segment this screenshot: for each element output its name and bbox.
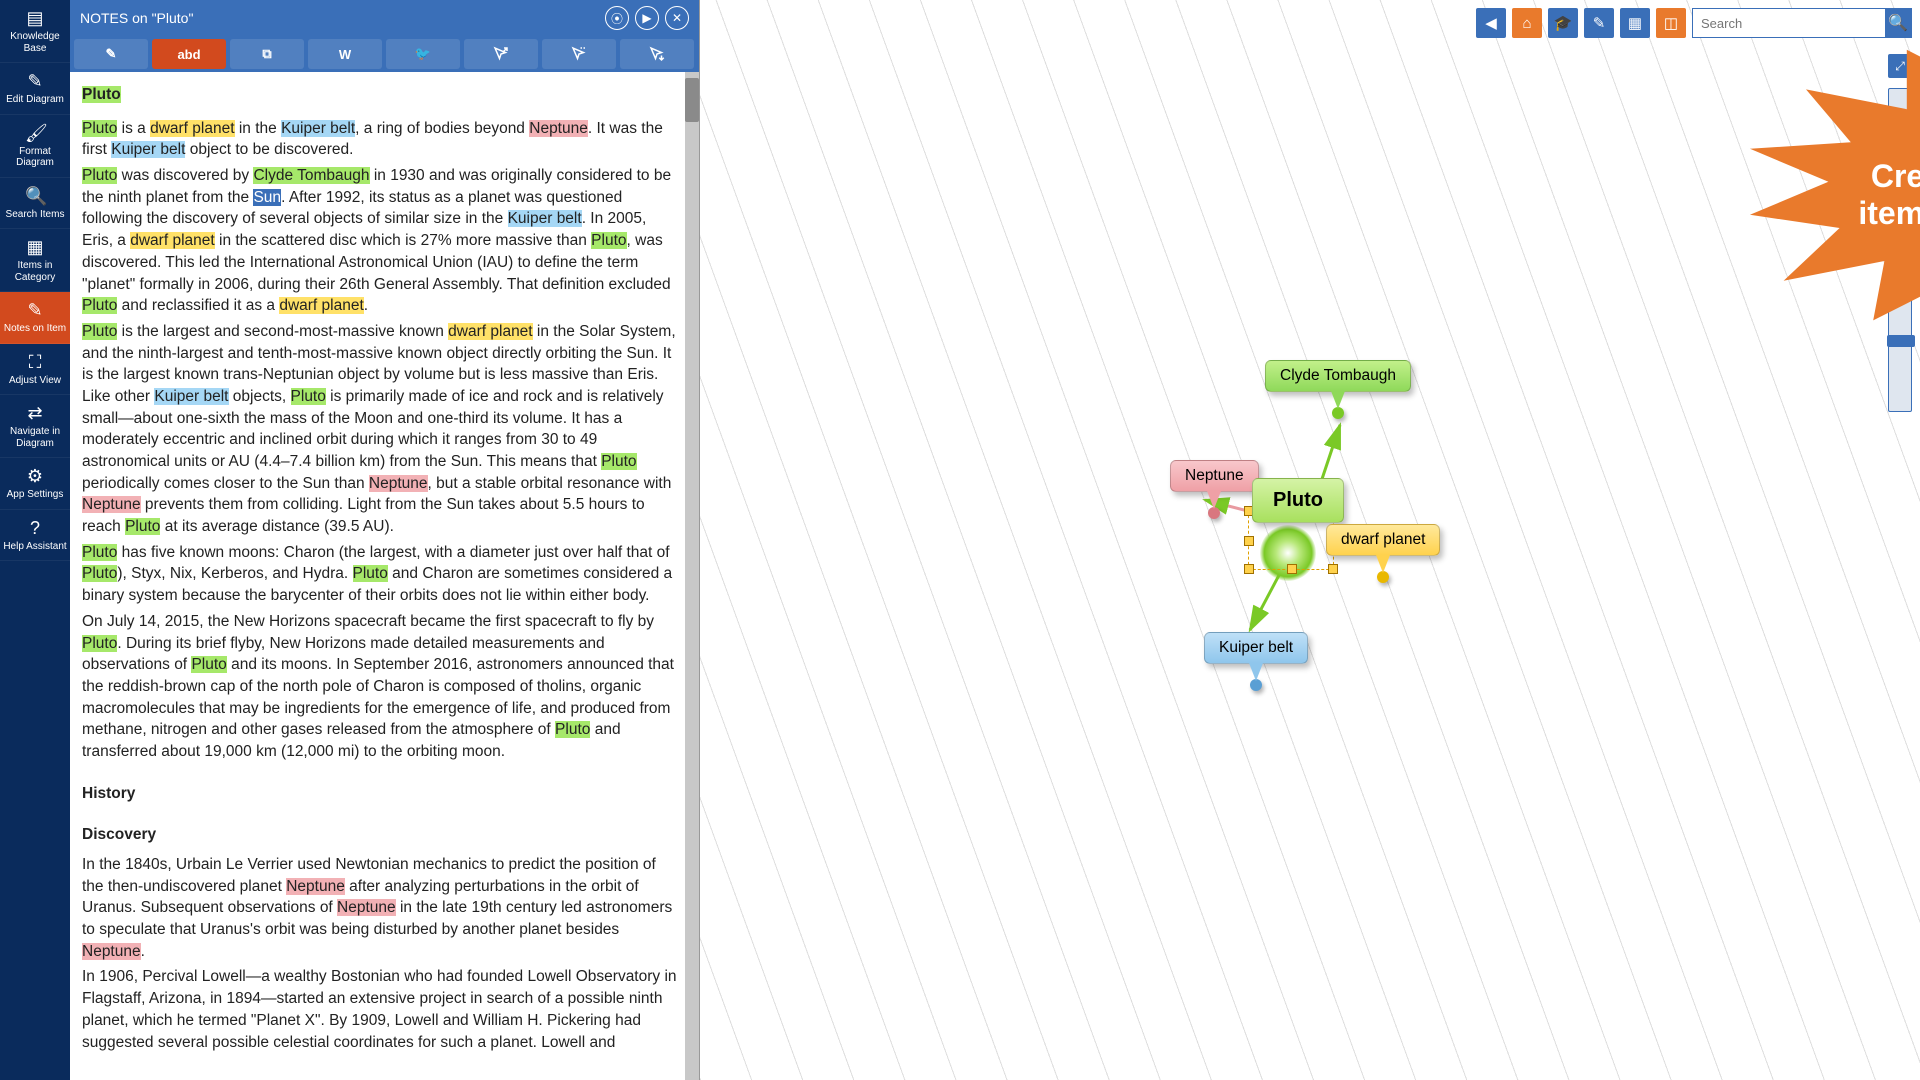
pin-dot — [1377, 571, 1389, 583]
sidebar-item-label: Adjust View — [9, 375, 61, 387]
sel-handle-se[interactable] — [1328, 564, 1338, 574]
tool-select-mode-b[interactable] — [542, 39, 616, 69]
history-heading: History — [82, 783, 681, 805]
grid-icon: ▦ — [25, 237, 45, 257]
scrollbar-track[interactable] — [685, 72, 699, 1080]
note-icon: ✎ — [25, 300, 45, 320]
sel-handle-w[interactable] — [1244, 536, 1254, 546]
top-toolbar: ◀ ⌂ 🎓 ✎ ▦ ◫ 🔍 — [1476, 8, 1912, 38]
gear-icon: ⚙ — [25, 466, 45, 486]
node-neptune[interactable]: Neptune — [1170, 460, 1259, 492]
para-2: Pluto was discovered by Clyde Tombaugh i… — [82, 165, 681, 317]
notes-panel: NOTES on "Pluto" ⦿ ▶ ✕ ✎ abd ⧉ W 🐦 Pluto… — [70, 0, 700, 1080]
home-button[interactable]: ⌂ — [1512, 8, 1542, 38]
sidebar-item-label: Items in Category — [2, 260, 68, 283]
tool-wikipedia[interactable]: W — [308, 39, 382, 69]
para-6: In the 1840s, Urbain Le Verrier used New… — [82, 854, 681, 962]
sidebar-item-label: Notes on Item — [4, 323, 66, 335]
search-icon: 🔍 — [25, 186, 45, 206]
pin-dot — [1332, 407, 1344, 419]
tool-layout[interactable]: ⧉ — [230, 39, 304, 69]
pin-dot — [1250, 679, 1262, 691]
brush-icon: 🖌 — [25, 123, 45, 143]
sidebar-item-notes-on-item[interactable]: ✎ Notes on Item — [0, 292, 70, 344]
notes-toolbar: ✎ abd ⧉ W 🐦 — [70, 36, 699, 72]
layout-icon: ⧉ — [262, 46, 271, 62]
twitter-icon: 🐦 — [415, 46, 431, 62]
sidebar-item-label: Help Assistant — [3, 541, 66, 553]
node-kuiper-belt[interactable]: Kuiper belt — [1204, 632, 1308, 664]
right-controls: ⤢ 🔍 — [1888, 54, 1912, 412]
selected-text-sun[interactable]: Sun — [253, 189, 281, 206]
rotate-slider[interactable] — [1888, 272, 1912, 412]
notes-header: NOTES on "Pluto" ⦿ ▶ ✕ — [70, 0, 699, 36]
sidebar-item-label: Knowledge Base — [2, 31, 68, 54]
sidebar-item-label: Search Items — [6, 209, 65, 221]
zoom-knob[interactable] — [1887, 151, 1915, 163]
tool-twitter[interactable]: 🐦 — [386, 39, 460, 69]
sel-handle-sw[interactable] — [1244, 564, 1254, 574]
play-icon[interactable]: ▶ — [635, 6, 659, 30]
rotate-knob[interactable] — [1887, 335, 1915, 347]
sidebar-item-help-assistant[interactable]: ? Help Assistant — [0, 510, 70, 562]
para-1: Pluto is a dwarf planet in the Kuiper be… — [82, 118, 681, 161]
scrollbar-thumb[interactable] — [685, 78, 699, 122]
help-icon: ? — [25, 518, 45, 538]
wikipedia-icon: W — [339, 47, 351, 62]
mindmap-canvas[interactable]: ◀ ⌂ 🎓 ✎ ▦ ◫ 🔍 ⤢ 🔍 Create new MindMap ite… — [700, 0, 1920, 1080]
back-button[interactable]: ◀ — [1476, 8, 1506, 38]
notes-header-title: NOTES on "Pluto" — [80, 10, 605, 26]
pencil-icon: ✎ — [25, 71, 45, 91]
sidebar-item-label: Edit Diagram — [6, 94, 64, 106]
pin-icon[interactable]: ⦿ — [605, 6, 629, 30]
cursor-text-icon — [570, 45, 588, 63]
sel-handle-s[interactable] — [1287, 564, 1297, 574]
tool-abd[interactable]: abd — [152, 39, 226, 69]
node-dwarf-planet[interactable]: dwarf planet — [1326, 524, 1440, 556]
zoom-slider[interactable] — [1888, 88, 1912, 228]
sidebar-item-items-in-category[interactable]: ▦ Items in Category — [0, 229, 70, 292]
left-sidebar: ▤ Knowledge Base ✎ Edit Diagram 🖌 Format… — [0, 0, 70, 1080]
search-go-button[interactable]: 🔍 — [1885, 9, 1911, 37]
sidebar-item-label: Format Diagram — [2, 146, 68, 169]
para-7: In 1906, Percival Lowell—a wealthy Bosto… — [82, 966, 681, 1053]
tool-edit[interactable]: ✎ — [74, 39, 148, 69]
search-input[interactable] — [1693, 9, 1885, 37]
sidebar-item-search-items[interactable]: 🔍 Search Items — [0, 178, 70, 230]
swap-icon: ⇄ — [25, 403, 45, 423]
sidebar-item-app-settings[interactable]: ⚙ App Settings — [0, 458, 70, 510]
sidebar-item-edit-diagram[interactable]: ✎ Edit Diagram — [0, 63, 70, 115]
discovery-heading: Discovery — [82, 824, 681, 846]
node-clyde[interactable]: Clyde Tombaugh — [1265, 360, 1411, 392]
education-button[interactable]: 🎓 — [1548, 8, 1578, 38]
cursor-down-icon — [648, 45, 666, 63]
para-5: On July 14, 2015, the New Horizons space… — [82, 611, 681, 763]
grid-view-button[interactable]: ▦ — [1620, 8, 1650, 38]
book-icon: ▤ — [25, 8, 45, 28]
panel-toggle-button[interactable]: ◫ — [1656, 8, 1686, 38]
sidebar-item-navigate[interactable]: ⇄ Navigate in Diagram — [0, 395, 70, 458]
sidebar-item-label: Navigate in Diagram — [2, 426, 68, 449]
tool-select-mode-a[interactable] — [464, 39, 538, 69]
cursor-expand-icon — [492, 45, 510, 63]
sidebar-item-format-diagram[interactable]: 🖌 Format Diagram — [0, 115, 70, 178]
edit-button[interactable]: ✎ — [1584, 8, 1614, 38]
notes-body[interactable]: Pluto Pluto is a dwarf planet in the Kui… — [70, 72, 699, 1080]
notes-title: Pluto — [82, 86, 121, 103]
sidebar-item-knowledge-base[interactable]: ▤ Knowledge Base — [0, 0, 70, 63]
sidebar-item-label: App Settings — [7, 489, 64, 501]
node-center-pluto[interactable]: Pluto — [1252, 478, 1344, 523]
search-box: 🔍 — [1692, 8, 1912, 38]
pin-dot — [1208, 507, 1220, 519]
pencil-icon: ✎ — [106, 46, 117, 62]
tool-select-mode-c[interactable] — [620, 39, 694, 69]
close-icon[interactable]: ✕ — [665, 6, 689, 30]
sidebar-item-adjust-view[interactable]: ⛶ Adjust View — [0, 344, 70, 396]
para-3: Pluto is the largest and second-most-mas… — [82, 321, 681, 538]
para-4: Pluto has five known moons: Charon (the … — [82, 542, 681, 607]
abd-label: abd — [177, 47, 200, 62]
find-button[interactable]: 🔍 — [1888, 238, 1912, 262]
sliders-icon: ⛶ — [25, 352, 45, 372]
fit-button[interactable]: ⤢ — [1888, 54, 1912, 78]
